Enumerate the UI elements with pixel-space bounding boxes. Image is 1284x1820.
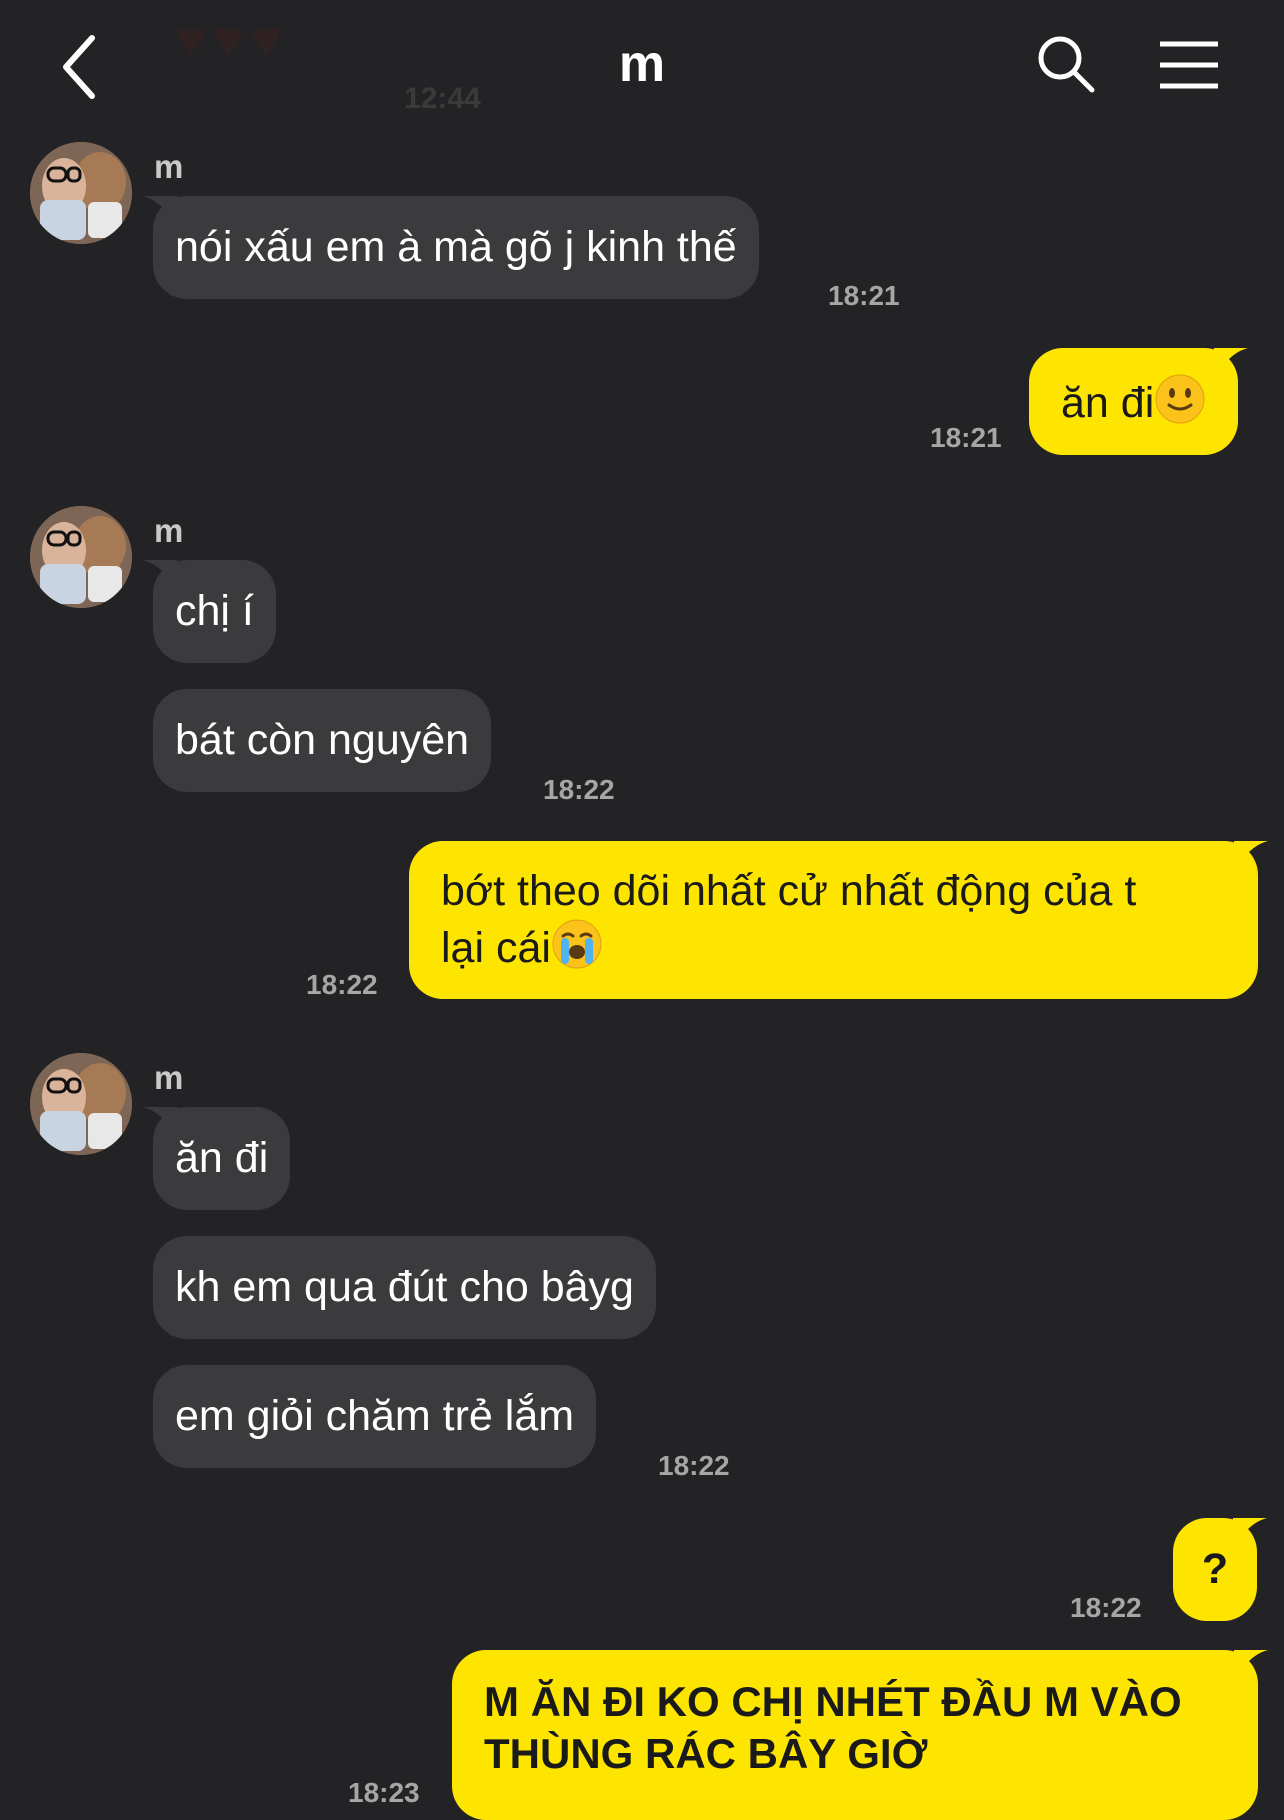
message-bubble-incoming[interactable]: kh em qua đút cho bâyg xyxy=(153,1236,656,1339)
message-text: ăn đi xyxy=(175,1134,269,1182)
loudly-crying-face-icon xyxy=(552,919,602,969)
timestamp: 18:22 xyxy=(306,969,378,1000)
timestamp: 18:23 xyxy=(348,1777,420,1808)
timestamp: 18:21 xyxy=(828,280,900,311)
message-bubble-incoming[interactable]: nói xấu em à mà gõ j kinh thế xyxy=(143,196,759,299)
timestamp: 18:22 xyxy=(658,1450,730,1481)
message-text-line: THÙNG RÁC BÂY GIỜ xyxy=(484,1730,928,1777)
message-bubble-incoming[interactable]: bát còn nguyên xyxy=(153,689,492,792)
avatar[interactable] xyxy=(30,506,132,608)
sender-name: m xyxy=(154,512,184,549)
message-bubble-outgoing[interactable]: ăn đi xyxy=(1029,348,1249,455)
message-bubble-outgoing[interactable]: ? xyxy=(1173,1518,1267,1621)
sender-name: m xyxy=(154,1059,184,1096)
message-text: ? xyxy=(1201,1545,1229,1593)
avatar[interactable] xyxy=(30,142,132,244)
message-text-line: M ĂN ĐI KO CHỊ NHÉT ĐẦU M VÀO xyxy=(484,1678,1182,1725)
message-text: bát còn nguyên xyxy=(175,716,470,764)
avatar[interactable] xyxy=(30,1053,132,1155)
message-bubble-incoming[interactable]: em giỏi chăm trẻ lắm xyxy=(153,1365,597,1468)
timestamp: 18:22 xyxy=(1070,1592,1142,1623)
avatar-photo xyxy=(30,1053,132,1155)
timestamp: 18:22 xyxy=(543,774,615,805)
timestamp: 18:21 xyxy=(930,422,1002,453)
message-text: nói xấu em à mà gõ j kinh thế xyxy=(175,223,737,271)
message-text-line: bớt theo dõi nhất cử nhất động của t xyxy=(441,867,1137,915)
message-bubble-incoming[interactable]: chị í xyxy=(143,560,276,663)
avatar-photo xyxy=(30,506,132,608)
message-text-line: lại cái xyxy=(441,924,551,972)
menu-icon[interactable] xyxy=(1158,40,1220,90)
slightly-smiling-face-icon xyxy=(1155,374,1205,424)
chat-header: m xyxy=(0,0,1284,130)
message-bubble-outgoing[interactable]: bớt theo dõi nhất cử nhất động của t lại… xyxy=(409,841,1268,999)
message-text: kh em qua đút cho bâyg xyxy=(175,1263,634,1311)
message-text: em giỏi chăm trẻ lắm xyxy=(175,1392,575,1440)
message-text: ăn đi xyxy=(1061,379,1155,427)
message-bubble-incoming[interactable]: ăn đi xyxy=(143,1107,291,1210)
message-text: chị í xyxy=(175,587,254,635)
avatar-photo xyxy=(30,142,132,244)
sender-name: m xyxy=(154,148,184,185)
message-bubble-outgoing[interactable]: M ĂN ĐI KO CHỊ NHÉT ĐẦU M VÀO THÙNG RÁC … xyxy=(452,1650,1268,1820)
search-icon[interactable] xyxy=(1036,34,1096,94)
